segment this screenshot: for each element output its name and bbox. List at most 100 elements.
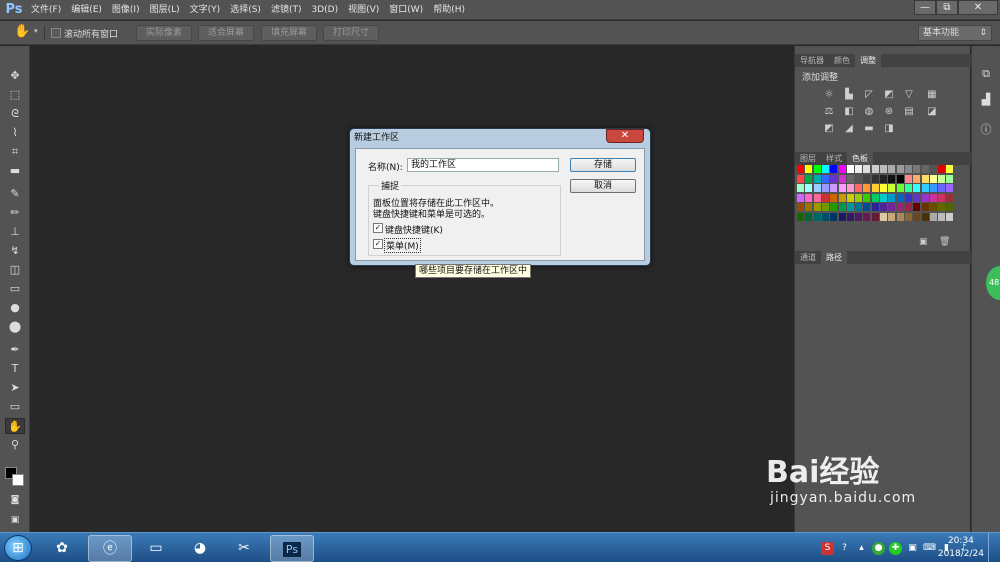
color-swatch[interactable] [805, 174, 813, 183]
color-swatch[interactable] [838, 174, 846, 183]
color-swatch[interactable] [904, 165, 912, 173]
tab-swatches[interactable]: 色板 [847, 152, 873, 165]
color-swatch[interactable] [821, 212, 829, 221]
exposure-icon[interactable]: ◩ [882, 89, 896, 100]
color-swatch[interactable] [913, 193, 921, 202]
menus-checkbox[interactable]: ✓ [373, 239, 383, 249]
color-swatch[interactable] [904, 203, 912, 211]
color-swatch[interactable] [896, 174, 904, 183]
color-swatch[interactable] [896, 212, 904, 221]
menu-filter[interactable]: 滤镜(T) [266, 0, 307, 20]
actual-pixels-button[interactable]: 实际像素 [136, 25, 192, 41]
color-swatch[interactable] [888, 174, 896, 183]
close-button[interactable]: ✕ [958, 0, 998, 15]
color-lookup-icon[interactable]: ▤ [902, 106, 916, 117]
pen-tool-icon[interactable]: ✒ [5, 342, 25, 358]
curves-icon[interactable]: ◸ [862, 89, 876, 100]
photo-filter-icon[interactable]: ◍ [862, 106, 876, 117]
color-swatch[interactable] [929, 184, 937, 192]
color-swatch[interactable] [846, 184, 854, 192]
color-swatch[interactable] [863, 184, 871, 192]
color-swatch[interactable] [896, 193, 904, 202]
taskbar-app-5[interactable]: ✂ [222, 535, 266, 562]
color-swatch[interactable] [888, 212, 896, 221]
color-swatch[interactable] [797, 193, 804, 202]
color-swatch[interactable] [797, 174, 804, 183]
history-brush-tool-icon[interactable]: ↯ [5, 243, 25, 259]
color-swatch[interactable] [921, 174, 929, 183]
color-swatch[interactable] [880, 212, 887, 221]
color-swatch[interactable] [929, 174, 937, 183]
levels-icon[interactable]: ▙ [842, 89, 856, 100]
color-swatch[interactable] [846, 203, 854, 211]
color-swatch[interactable] [913, 174, 921, 183]
color-swatch[interactable] [830, 193, 838, 202]
quick-select-tool-icon[interactable]: ⌇ [5, 125, 25, 141]
move-tool-icon[interactable]: ✥ [5, 68, 25, 84]
color-swatch[interactable] [938, 203, 946, 211]
dodge-tool-icon[interactable]: ⬤ [5, 319, 25, 335]
color-swatch[interactable] [921, 165, 929, 173]
color-swatch[interactable] [863, 212, 871, 221]
tool-preset-chevron-icon[interactable]: ▾ [34, 27, 38, 35]
menu-file[interactable]: 文件(F) [26, 0, 66, 20]
color-swatch[interactable] [888, 165, 896, 173]
tab-navigator[interactable]: 导航器 [795, 54, 829, 67]
color-swatch[interactable] [821, 165, 829, 173]
quick-mask-icon[interactable]: ◙ [5, 492, 25, 508]
color-swatch[interactable] [938, 184, 946, 192]
info-icon[interactable]: ⓘ [977, 122, 995, 138]
color-swatch[interactable] [813, 184, 821, 192]
color-swatch[interactable] [946, 165, 954, 173]
color-swatch[interactable] [880, 165, 887, 173]
color-swatch[interactable] [913, 203, 921, 211]
menu-view[interactable]: 视图(V) [343, 0, 384, 20]
color-swatch[interactable] [888, 203, 896, 211]
shield-tray-icon[interactable]: ✚ [889, 541, 902, 555]
tab-paths[interactable]: 路径 [821, 251, 847, 264]
color-swatch[interactable] [938, 193, 946, 202]
minimize-button[interactable]: — [914, 0, 936, 15]
color-swatch[interactable] [797, 203, 804, 211]
fill-screen-button[interactable]: 填充屏幕 [261, 25, 317, 41]
color-swatch[interactable] [830, 174, 838, 183]
dialog-close-button[interactable]: ✕ [606, 129, 644, 143]
color-swatch[interactable] [921, 203, 929, 211]
color-swatch[interactable] [797, 212, 804, 221]
posterize-icon[interactable]: ◩ [822, 123, 836, 134]
taskbar-app-4[interactable]: ◕ [178, 535, 222, 562]
color-swatch[interactable] [946, 184, 954, 192]
color-swatch[interactable] [871, 203, 879, 211]
color-swatch[interactable] [813, 212, 821, 221]
color-swatch[interactable] [946, 212, 954, 221]
color-swatch[interactable] [846, 193, 854, 202]
delete-icon[interactable]: 🗑 [939, 237, 950, 247]
color-swatch[interactable] [838, 203, 846, 211]
color-swatch[interactable] [929, 165, 937, 173]
color-swatch[interactable] [855, 203, 863, 211]
color-swatch[interactable] [813, 203, 821, 211]
gradient-tool-icon[interactable]: ▭ [5, 281, 25, 297]
zoom-tool-icon[interactable]: ⚲ [5, 437, 25, 453]
eyedropper-tool-icon[interactable]: ▬ [5, 163, 25, 179]
shortcuts-checkbox[interactable]: ✓ [373, 223, 383, 233]
help-tray-icon[interactable]: ? [838, 542, 851, 555]
color-swatch[interactable] [813, 165, 821, 173]
color-swatch[interactable] [880, 193, 887, 202]
healing-brush-tool-icon[interactable]: ✎ [5, 186, 25, 202]
menu-layer[interactable]: 图层(L) [145, 0, 185, 20]
color-swatch[interactable] [929, 203, 937, 211]
color-swatch[interactable] [838, 212, 846, 221]
eraser-tool-icon[interactable]: ◫ [5, 262, 25, 278]
color-swatch[interactable] [863, 203, 871, 211]
color-swatch[interactable] [855, 184, 863, 192]
color-swatch[interactable] [946, 174, 954, 183]
color-swatch[interactable] [821, 203, 829, 211]
fit-screen-button[interactable]: 适合屏幕 [198, 25, 254, 41]
color-swatch[interactable] [880, 184, 887, 192]
hue-saturation-icon[interactable]: ▦ [925, 89, 939, 100]
color-swatch[interactable] [938, 212, 946, 221]
color-swatch[interactable] [921, 193, 929, 202]
color-swatch[interactable] [913, 184, 921, 192]
color-swatch[interactable] [846, 212, 854, 221]
